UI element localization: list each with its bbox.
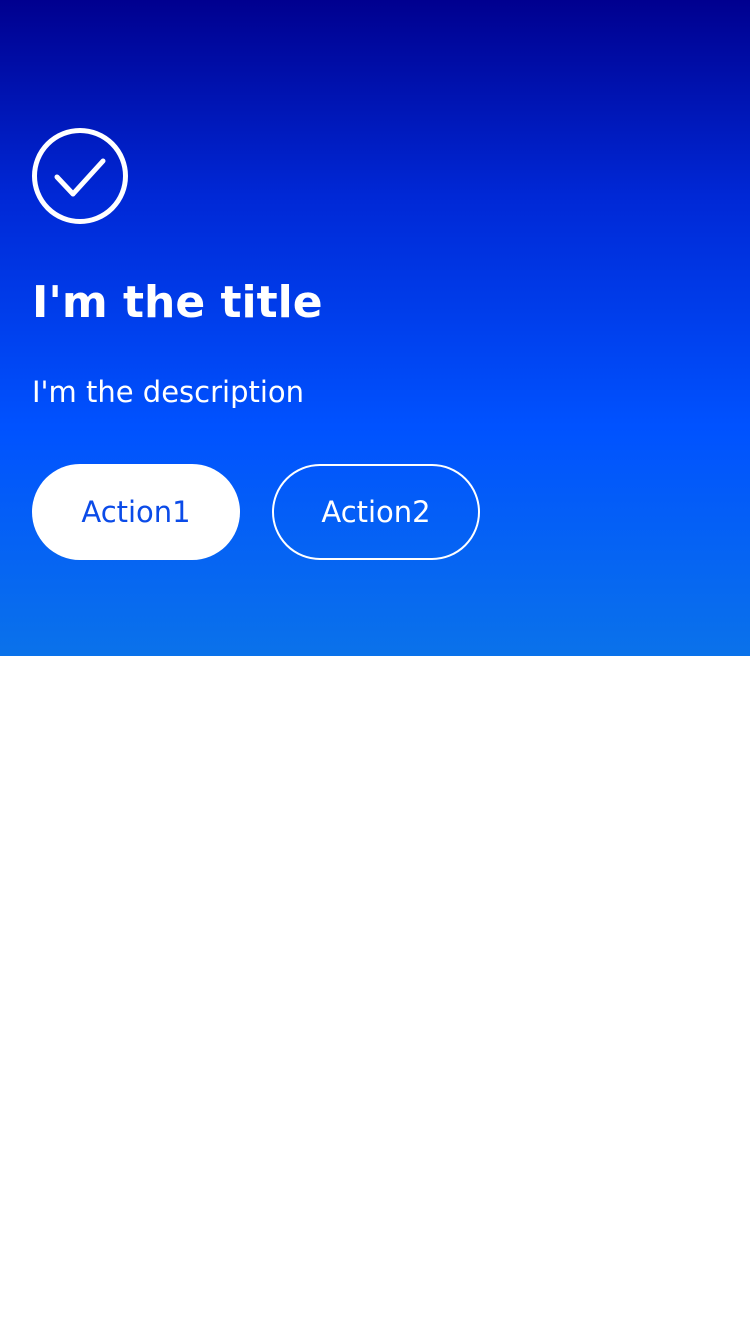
success-hero-banner: I'm the title I'm the description Action…: [0, 0, 750, 656]
content-area: [0, 656, 750, 1334]
hero-title: I'm the title: [32, 277, 323, 328]
hero-description: I'm the description: [32, 375, 305, 409]
action2-button[interactable]: Action2: [272, 464, 480, 560]
check-circle-icon: [32, 128, 128, 224]
action1-button[interactable]: Action1: [32, 464, 240, 560]
